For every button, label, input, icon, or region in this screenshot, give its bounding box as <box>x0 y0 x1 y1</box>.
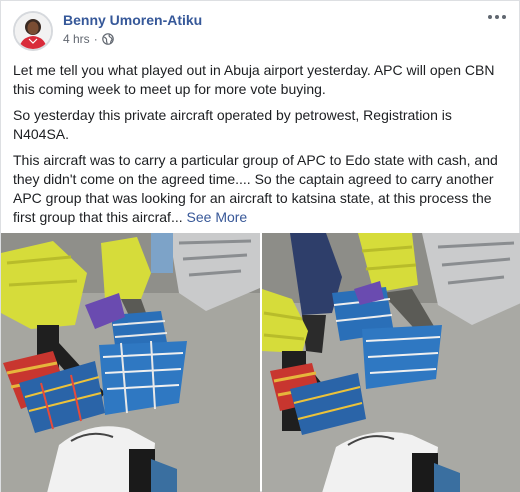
see-more-link[interactable]: See More <box>187 209 248 225</box>
more-options-icon[interactable] <box>485 7 509 27</box>
meta-separator: · <box>93 32 98 46</box>
post-body: Let me tell you what played out in Abuja… <box>13 61 509 234</box>
post-timestamp[interactable]: 4 hrs <box>63 32 90 46</box>
globe-icon <box>101 33 114 45</box>
airport-luggage-photo <box>1 233 260 492</box>
post-paragraph-text: This aircraft was to carry a particular … <box>13 152 498 225</box>
photo-grid <box>1 233 520 492</box>
post-header: Benny Umoren-Atiku 4 hrs · <box>13 11 509 51</box>
post-paragraph: Let me tell you what played out in Abuja… <box>13 62 495 97</box>
avatar-image <box>15 13 51 49</box>
airport-luggage-photo <box>262 233 520 492</box>
post-paragraph: So yesterday this private aircraft opera… <box>13 107 452 142</box>
post-photo-left[interactable] <box>1 233 260 492</box>
post-meta: 4 hrs · <box>63 32 114 46</box>
post-paragraph: This aircraft was to carry a particular … <box>13 151 509 227</box>
post-photo-right[interactable] <box>262 233 520 492</box>
facebook-post: Benny Umoren-Atiku 4 hrs · Let me tell y… <box>0 0 520 492</box>
author-name[interactable]: Benny Umoren-Atiku <box>63 12 202 28</box>
author-avatar[interactable] <box>13 11 53 51</box>
